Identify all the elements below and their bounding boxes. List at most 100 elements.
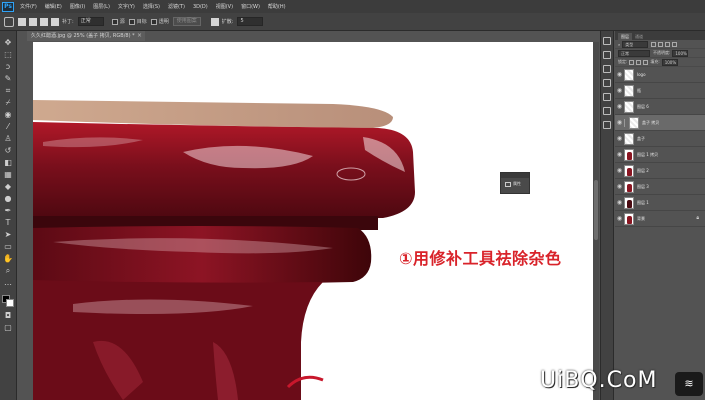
canvas-scrollbar-thumb[interactable] — [594, 180, 598, 240]
character-panel-icon[interactable] — [603, 79, 611, 87]
canvas-scrollbar[interactable] — [593, 42, 599, 400]
filter-shape-icon[interactable] — [672, 41, 678, 47]
destination-radio[interactable] — [128, 18, 135, 25]
layers-panel-tabs: 图层 通道 — [615, 31, 705, 40]
layer-row[interactable]: ◉ 图层 1 拷贝 — [615, 147, 705, 163]
visibility-eye-icon[interactable]: ◉ — [615, 103, 624, 110]
quick-mask-icon[interactable]: ◘ — [3, 310, 14, 321]
path-select-icon[interactable]: ➤ — [3, 229, 14, 240]
layer-row[interactable]: ◉ 瓶 — [615, 83, 705, 99]
background-color-swatch[interactable] — [5, 299, 14, 307]
more-tools-icon[interactable]: … — [3, 277, 14, 288]
add-selection-icon[interactable] — [29, 17, 37, 26]
menu-help[interactable]: 帮助(H) — [268, 3, 286, 10]
zoom-tool-icon[interactable]: ⌕ — [3, 265, 14, 276]
visibility-eye-icon[interactable]: ◉ — [615, 135, 624, 142]
blur-tool-icon[interactable]: ◆ — [3, 181, 14, 192]
menu-select[interactable]: 选择(S) — [143, 3, 160, 10]
menu-image[interactable]: 图像(I) — [70, 3, 85, 10]
hand-tool-icon[interactable]: ✋ — [3, 253, 14, 264]
layer-row[interactable]: ◉ 图层 2 — [615, 163, 705, 179]
eyedropper-tool-icon[interactable]: ⌿ — [3, 97, 14, 108]
eraser-tool-icon[interactable]: ◧ — [3, 157, 14, 168]
paragraph-panel-icon[interactable] — [603, 93, 611, 101]
visibility-eye-icon[interactable]: ◉ — [615, 215, 624, 222]
transparent-label: 透明 — [158, 19, 169, 25]
diffusion-select[interactable]: 5 — [237, 17, 264, 26]
bottle-thumb — [627, 215, 632, 224]
crop-tool-icon[interactable]: ⌗ — [3, 85, 14, 96]
lock-pixels-icon[interactable] — [629, 59, 635, 65]
menu-view[interactable]: 视图(V) — [216, 3, 233, 10]
source-radio[interactable] — [111, 18, 118, 25]
menu-window[interactable]: 窗口(W) — [241, 3, 260, 10]
menu-type[interactable]: 文字(Y) — [118, 3, 135, 10]
brush-tool-icon[interactable]: ⁄ — [3, 121, 14, 132]
menu-file[interactable]: 文件(F) — [20, 3, 37, 10]
lock-position-icon[interactable] — [636, 59, 642, 65]
patch-tool-icon[interactable]: ◉ — [3, 109, 14, 120]
history-panel-icon[interactable] — [603, 37, 611, 45]
info-panel-icon[interactable] — [603, 121, 611, 129]
filter-adjust-icon[interactable] — [658, 41, 664, 47]
visibility-eye-icon[interactable]: ◉ — [615, 183, 624, 190]
layer-row[interactable]: ◉ 图层 1 — [615, 195, 705, 211]
visibility-eye-icon[interactable]: ◉ — [615, 87, 624, 94]
history-brush-icon[interactable]: ↺ — [3, 145, 14, 156]
watermark-badge-icon: ≋ — [675, 372, 703, 396]
layer-row[interactable]: ◉ logo — [615, 67, 705, 83]
layer-filter-select[interactable]: 类型 — [622, 40, 649, 48]
move-tool-icon[interactable]: ✥ — [3, 37, 14, 48]
intersect-selection-icon[interactable] — [51, 17, 59, 26]
menu-filter[interactable]: 滤镜(T) — [168, 3, 185, 10]
filter-text-icon[interactable] — [665, 41, 671, 47]
pen-tool-icon[interactable]: ✒ — [3, 205, 14, 216]
menu-layer[interactable]: 图层(L) — [93, 3, 110, 10]
filter-pixel-icon[interactable] — [651, 41, 657, 47]
lasso-tool-icon[interactable]: ↄ — [3, 61, 14, 72]
marquee-tool-icon[interactable]: ⬚ — [3, 49, 14, 60]
quick-select-tool-icon[interactable]: ✎ — [3, 73, 14, 84]
use-pattern-button[interactable]: 使用图案 — [172, 17, 201, 26]
visibility-eye-icon[interactable]: ◉ — [615, 119, 624, 126]
layer-row[interactable]: ◉ 背景 🔒︎ — [615, 211, 705, 227]
lock-all-icon[interactable] — [643, 59, 649, 65]
visibility-eye-icon[interactable]: ◉ — [615, 71, 624, 78]
layer-row[interactable]: ◉ 图层 3 — [615, 179, 705, 195]
fill-input[interactable]: 100% — [661, 58, 678, 66]
brush-panel-icon[interactable] — [603, 107, 611, 115]
close-tab-icon[interactable]: × — [137, 31, 142, 41]
menu-3d[interactable]: 3D(D) — [193, 4, 208, 10]
type-tool-icon[interactable]: T — [3, 217, 14, 228]
menu-bar: Ps 文件(F) 编辑(E) 图像(I) 图层(L) 文字(Y) 选择(S) 滤… — [0, 0, 705, 13]
patch-mode-select[interactable]: 正常 — [77, 17, 104, 26]
visibility-eye-icon[interactable]: ◉ — [615, 151, 624, 158]
transparent-checkbox[interactable] — [150, 18, 157, 25]
screen-mode-icon[interactable]: ▢ — [3, 322, 14, 333]
document-canvas[interactable]: ①用修补工具祛除杂色 属性 — [33, 42, 593, 400]
pattern-swatch[interactable] — [210, 17, 219, 26]
layer-row[interactable]: ◉ 图层 6 — [615, 99, 705, 115]
dodge-tool-icon[interactable]: ● — [3, 193, 14, 204]
new-selection-icon[interactable] — [18, 17, 26, 26]
properties-popup[interactable]: 属性 — [500, 172, 530, 194]
opacity-input[interactable]: 100% — [672, 49, 689, 57]
visibility-eye-icon[interactable]: ◉ — [615, 167, 624, 174]
gradient-tool-icon[interactable]: ▦ — [3, 169, 14, 180]
visibility-eye-icon[interactable]: ◉ — [615, 199, 624, 206]
layer-row-selected[interactable]: ◉ 盖子 拷贝 — [615, 115, 705, 131]
menu-edit[interactable]: 编辑(E) — [45, 3, 62, 10]
layer-row[interactable]: ◉ 盖子 — [615, 131, 705, 147]
subtract-selection-icon[interactable] — [40, 17, 48, 26]
document-tab[interactable]: 久久红醋酒.jpg @ 25% (盖子 拷贝, RGB/8) * × — [27, 31, 145, 41]
properties-panel-icon[interactable] — [603, 51, 611, 59]
blend-mode-select[interactable]: 正常 — [618, 49, 650, 57]
tab-layers[interactable]: 图层 — [618, 33, 632, 40]
stamp-tool-icon[interactable]: ♙ — [3, 133, 14, 144]
shape-tool-icon[interactable]: ▭ — [3, 241, 14, 252]
tab-channels[interactable]: 通道 — [632, 33, 646, 40]
patch-tool-preset-icon[interactable] — [4, 16, 14, 27]
color-swatches[interactable] — [1, 294, 16, 310]
popup-row[interactable]: 属性 — [501, 178, 529, 187]
adjustments-panel-icon[interactable] — [603, 65, 611, 73]
